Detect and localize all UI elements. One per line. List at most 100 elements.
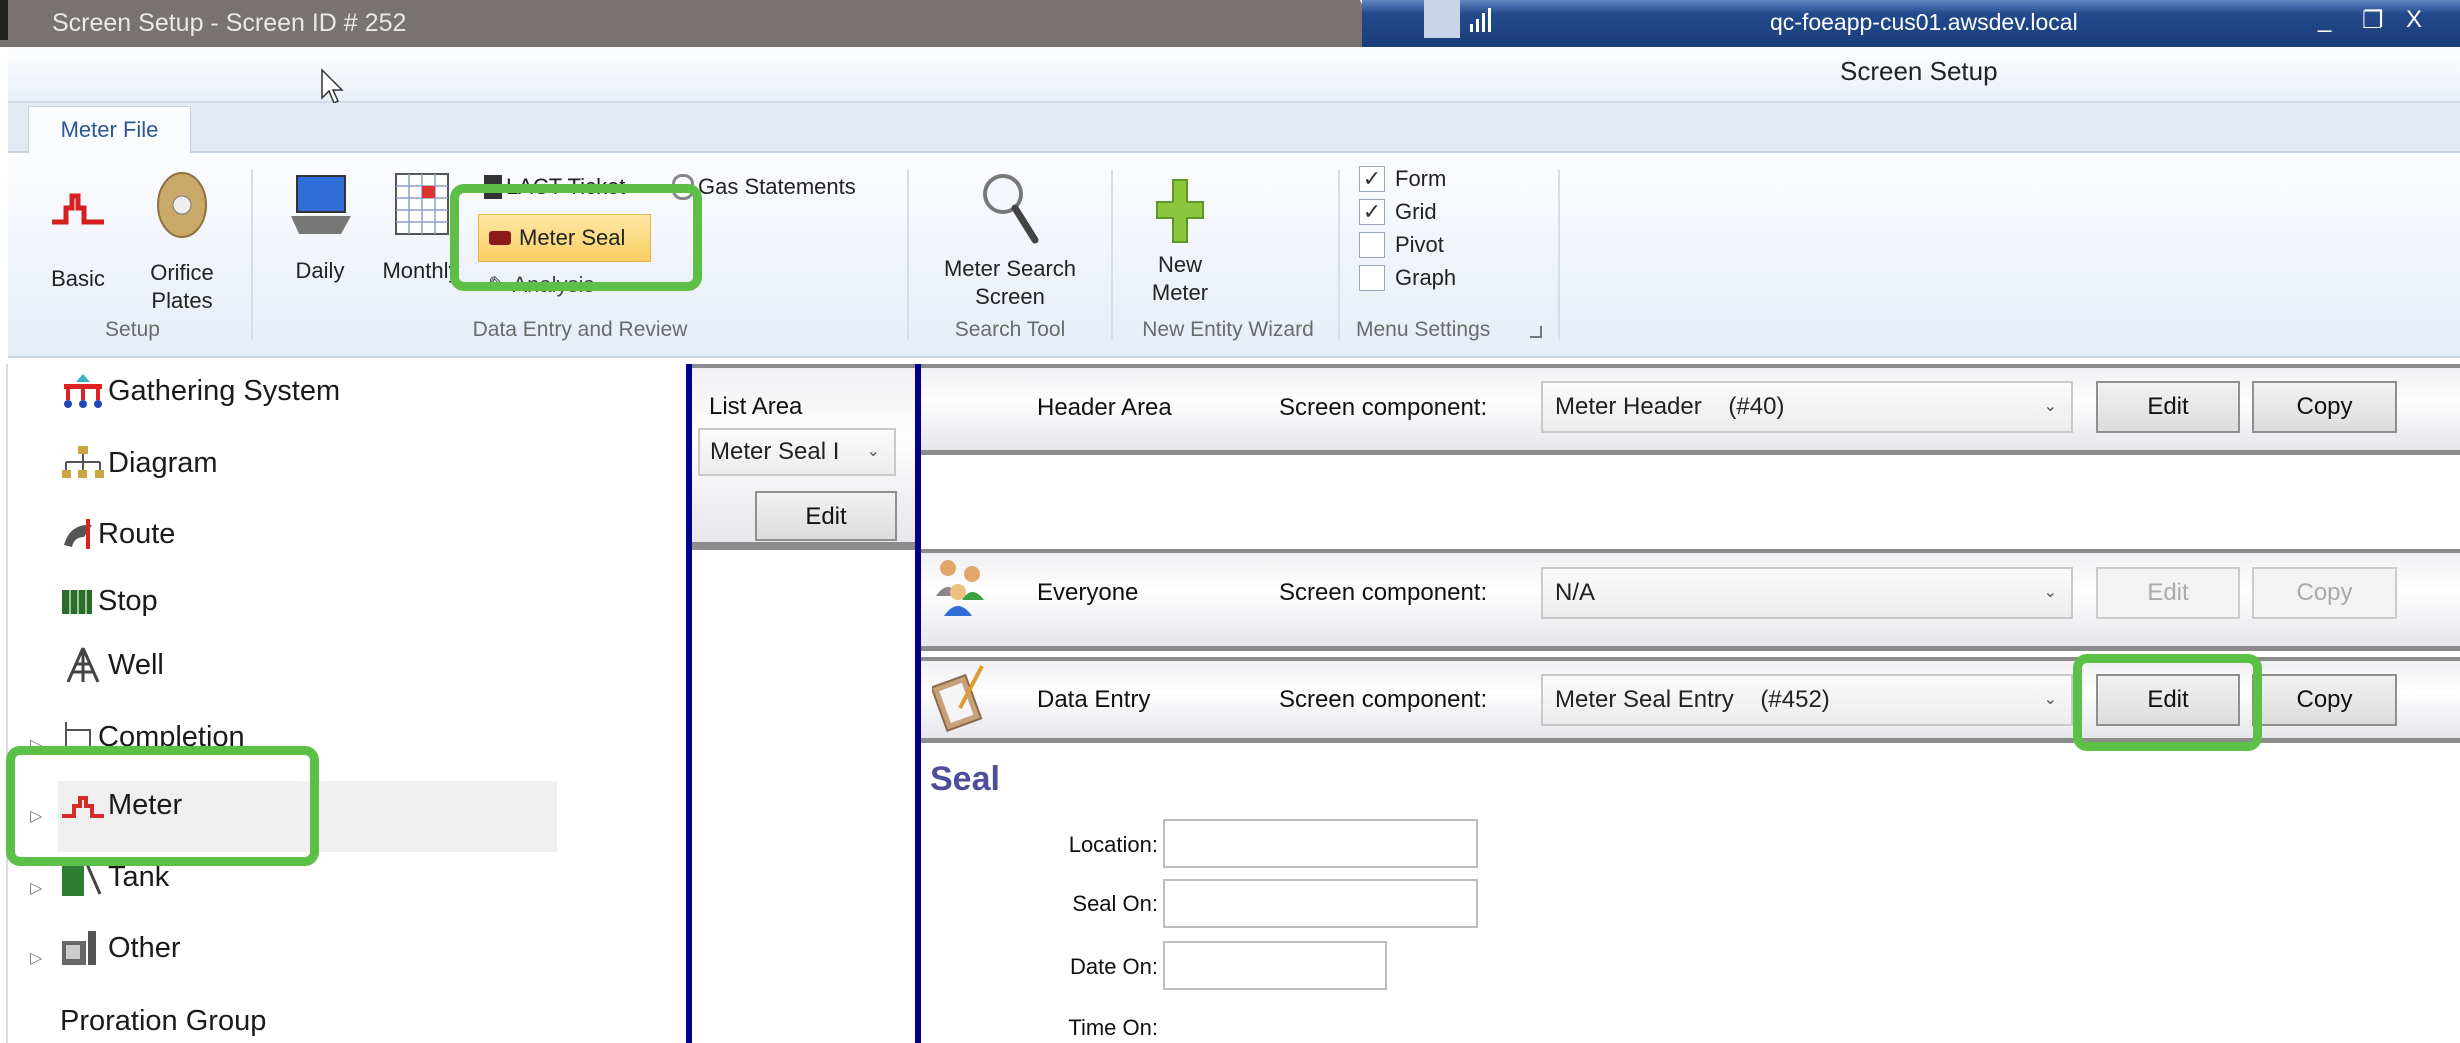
tree-item-other[interactable]: Other [60,926,181,970]
pivot-checkbox-row[interactable]: Pivot [1359,232,1456,258]
route-icon [64,519,92,549]
tab-meter-file[interactable]: Meter File [28,106,191,154]
window-title: Screen Setup - Screen ID # 252 [52,9,407,37]
host-name: qc-foeapp-cus01.awsdev.local [1770,9,2078,35]
tree-item-route[interactable]: Route [60,512,175,556]
everyone-edit-button[interactable]: Edit [2096,567,2240,619]
everyone-component-value: N/A [1555,579,1596,606]
everyone-copy-button[interactable]: Copy [2252,567,2397,619]
grid-label: Grid [1395,199,1437,224]
close-button[interactable]: X [2406,6,2422,34]
group-label-menu-settings: Menu Settings [1356,318,1491,341]
stop-icon [62,590,92,614]
well-icon [66,647,100,683]
group-label-new-entity-wizard: New Entity Wizard [1142,318,1314,341]
seal-on-label: Seal On: [1072,891,1158,916]
tree-item-gathering-system[interactable]: Gathering System [60,369,340,413]
data-entry-component-value: Meter Seal Entry (#452) [1555,686,1830,713]
dialog-launcher-icon[interactable] [1530,326,1542,338]
data-entry-label: Data Entry [1037,686,1151,713]
pivot-label: Pivot [1395,232,1444,257]
pin-icon[interactable] [1424,0,1460,38]
tree-item-label: Other [108,931,181,964]
form-checkbox-row[interactable]: ✓ Form [1359,166,1456,192]
date-on-label: Date On: [1069,954,1158,979]
graph-checkbox[interactable] [1359,265,1385,291]
screen-component-label: Screen component: [1279,686,1488,713]
grid-checkbox[interactable]: ✓ [1359,199,1385,225]
pivot-checkbox[interactable] [1359,232,1385,258]
screen-component-label: Screen component: [1279,579,1488,606]
group-label-search-tool: Search Tool [954,318,1066,341]
daily-button[interactable]: Daily [280,170,360,285]
basic-button[interactable]: Basic [38,178,118,293]
expand-tank-icon[interactable]: ▷ [30,878,42,898]
ribbon-separator [251,170,253,340]
app-title: Screen Setup [1840,56,1998,86]
header-area-component-select[interactable]: Meter Header (#40) ⌄ [1541,381,2073,433]
orifice-plate-icon [157,172,207,238]
tree-item-label: Route [98,517,176,550]
header-area-component-value: Meter Header (#40) [1555,393,1785,420]
tree-item-well[interactable]: Well [60,643,164,687]
header-area-label: Header Area [1037,394,1172,421]
ribbon-separator [907,170,909,340]
tree-item-label: Proration Group [60,1004,267,1037]
new-meter-label-2: Meter [1151,280,1209,305]
chevron-down-icon: ⌄ [866,443,880,460]
new-meter-label-1: New [1157,252,1202,277]
window-edge [0,0,8,40]
new-meter-button[interactable]: New Meter [1130,176,1230,307]
expand-other-icon[interactable]: ▷ [30,948,42,968]
list-area-value: Meter Seal I [710,438,840,465]
magnifier-icon [983,174,1039,244]
form-label: Form [1395,166,1447,191]
highlight-meter-seal [450,184,702,291]
tree-item-label: Gathering System [108,374,341,407]
everyone-component-select[interactable]: N/A ⌄ [1541,567,2073,619]
meter-search-screen-button[interactable]: Meter Search Screen [930,168,1090,311]
seal-on-input[interactable] [1163,879,1478,928]
ribbon-separator [1338,170,1340,340]
ribbon-tab-strip [8,103,2460,153]
graph-label: Graph [1395,265,1457,290]
everyone-label: Everyone [1037,579,1139,606]
laptop-icon [291,175,351,234]
date-on-input[interactable] [1163,941,1387,990]
restore-button[interactable]: ❐ [2362,6,2384,35]
app-header [8,47,2460,103]
chevron-down-icon: ⌄ [2043,398,2057,415]
tree-item-diagram[interactable]: Diagram [60,441,218,485]
header-area-copy-button[interactable]: Copy [2252,381,2397,433]
tree-item-label: Well [108,648,164,681]
group-label-data-entry: Data Entry and Review [472,318,688,341]
list-area-edit-button[interactable]: Edit [755,491,897,541]
grid-checkbox-row[interactable]: ✓ Grid [1359,199,1456,225]
meter-search-label-2: Screen [975,284,1045,309]
minimize-button[interactable]: _ [2318,6,2331,34]
other-icon [62,931,96,965]
tree-item-stop[interactable]: Stop [60,579,158,623]
orifice-label-2: Plates [151,288,213,313]
form-checkbox[interactable]: ✓ [1359,166,1385,192]
orifice-plates-button[interactable]: Orifice Plates [136,170,228,315]
tree-item-proration-group[interactable]: Proration Group [60,999,266,1043]
graph-checkbox-row[interactable]: Graph [1359,265,1456,291]
header-area-edit-button[interactable]: Edit [2096,381,2240,433]
location-input[interactable] [1163,819,1478,868]
diagram-icon [62,446,104,478]
ribbon-separator [1111,170,1113,340]
daily-label: Daily [295,258,345,283]
data-entry-component-select[interactable]: Meter Seal Entry (#452) ⌄ [1541,674,2073,726]
plus-icon [1156,179,1204,243]
meter-icon [52,193,104,225]
section-title-seal: Seal [930,760,1000,798]
gathering-system-icon [64,374,102,408]
highlight-data-entry-edit [2073,654,2262,751]
data-entry-copy-button[interactable]: Copy [2252,674,2397,726]
tree-item-label: Diagram [108,446,218,479]
group-label-setup: Setup [105,318,160,341]
screen-component-label: Screen component: [1279,394,1488,421]
list-area-select[interactable]: Meter Seal I ⌄ [698,428,896,476]
clipboard-edit-icon [932,665,984,732]
